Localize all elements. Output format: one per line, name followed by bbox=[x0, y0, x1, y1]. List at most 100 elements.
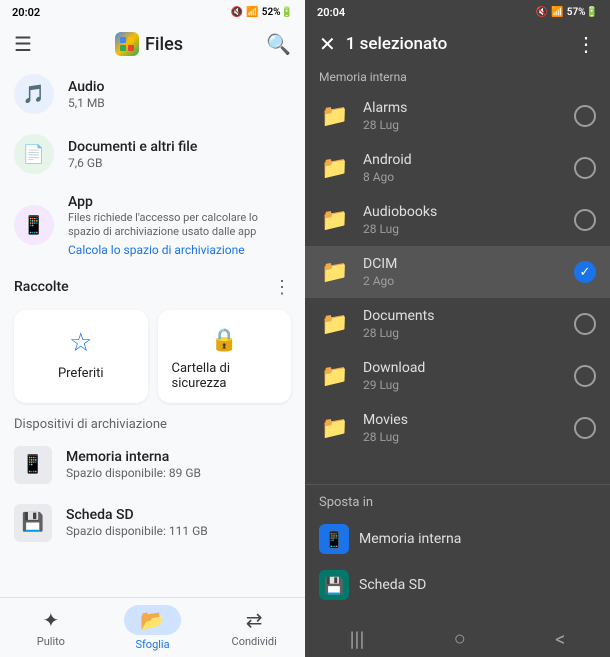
browse-icon: 📂 bbox=[140, 608, 165, 632]
app-info: App Files richiede l'accesso per calcola… bbox=[68, 194, 291, 257]
browse-icon-bg: 📂 bbox=[124, 605, 181, 635]
move-to-sd[interactable]: 💾 Scheda SD bbox=[319, 562, 596, 608]
checkbox-movies[interactable] bbox=[574, 417, 596, 439]
folder-download-info: Download 29 Lug bbox=[363, 360, 562, 392]
audio-item[interactable]: 🎵 Audio 5,1 MB bbox=[0, 64, 305, 124]
documents-size: 7,6 GB bbox=[68, 156, 291, 170]
folder-download-name: Download bbox=[363, 360, 562, 376]
devices-section-title: Dispositivi di archiviazione bbox=[0, 413, 305, 436]
folder-alarms[interactable]: 📁 Alarms 28 Lug bbox=[305, 90, 610, 142]
collections-more-icon[interactable]: ⋮ bbox=[273, 277, 291, 298]
left-panel: 20:02 🔇 📶 52%🔋 ☰ Files 🔍 🎵 bbox=[0, 0, 305, 657]
checkbox-download[interactable] bbox=[574, 365, 596, 387]
folder-documents[interactable]: 📁 Documents 28 Lug bbox=[305, 298, 610, 350]
nav-home-right[interactable]: ○ bbox=[438, 622, 482, 655]
move-sd-icon: 💾 bbox=[319, 570, 349, 600]
internal-storage-item[interactable]: 📱 Memoria interna Spazio disponibile: 89… bbox=[0, 436, 305, 494]
nav-back-right[interactable]: < bbox=[539, 623, 581, 655]
folder-dcim-info: DCIM 2 Ago bbox=[363, 256, 562, 288]
folder-audiobooks[interactable]: 📁 Audiobooks 28 Lug bbox=[305, 194, 610, 246]
nav-clean[interactable]: ✦ Pulito bbox=[0, 598, 102, 657]
folder-dcim[interactable]: 📁 DCIM 2 Ago ✓ bbox=[305, 246, 610, 298]
security-card[interactable]: 🔒 Cartella di sicurezza bbox=[158, 310, 292, 403]
folder-download-date: 29 Lug bbox=[363, 378, 562, 392]
move-internal-label: Memoria interna bbox=[359, 531, 461, 547]
folder-movies-info: Movies 28 Lug bbox=[363, 412, 562, 444]
folder-documents-date: 28 Lug bbox=[363, 326, 562, 340]
internal-storage-info: Memoria interna Spazio disponibile: 89 G… bbox=[66, 449, 291, 480]
folder-icon-movies: 📁 bbox=[319, 412, 351, 444]
checkbox-android[interactable] bbox=[574, 157, 596, 179]
app-icon: 📱 bbox=[14, 205, 54, 245]
app-desc: Files richiede l'accesso per calcolare l… bbox=[68, 211, 291, 240]
folder-audiobooks-date: 28 Lug bbox=[363, 222, 562, 236]
nav-browse[interactable]: 📂 Sfoglia bbox=[102, 598, 204, 657]
app-link[interactable]: Calcola lo spazio di archiviazione bbox=[68, 243, 291, 257]
documents-info: Documenti e altri file 7,6 GB bbox=[68, 139, 291, 170]
audio-size: 5,1 MB bbox=[68, 96, 291, 110]
collections-grid: ☆ Preferiti 🔒 Cartella di sicurezza bbox=[0, 304, 305, 413]
move-label: Sposta in bbox=[319, 495, 596, 510]
app-title-item: App bbox=[68, 194, 291, 210]
selected-count-label: 1 selezionato bbox=[346, 34, 566, 54]
documents-title: Documenti e altri file bbox=[68, 139, 291, 155]
battery-icon: 52%🔋 bbox=[262, 7, 293, 18]
collections-title: Raccolte bbox=[14, 279, 69, 295]
folder-audiobooks-info: Audiobooks 28 Lug bbox=[363, 204, 562, 236]
share-icon: ⇄ bbox=[246, 608, 263, 632]
sd-card-name: Scheda SD bbox=[66, 507, 291, 523]
folder-movies[interactable]: 📁 Movies 28 Lug bbox=[305, 402, 610, 454]
nav-recents-right[interactable]: ||| bbox=[334, 623, 381, 655]
favorites-label: Preferiti bbox=[58, 366, 104, 381]
folder-audiobooks-name: Audiobooks bbox=[363, 204, 562, 220]
status-bar-right: 20:04 🔇 📶 57%🔋 bbox=[305, 0, 610, 24]
checkbox-dcim[interactable]: ✓ bbox=[574, 261, 596, 283]
menu-icon[interactable]: ☰ bbox=[14, 32, 32, 56]
time-left: 20:02 bbox=[12, 6, 40, 19]
nav-share[interactable]: ⇄ Condividi bbox=[203, 598, 305, 657]
sd-card-item[interactable]: 💾 Scheda SD Spazio disponibile: 111 GB bbox=[0, 494, 305, 552]
folder-download[interactable]: 📁 Download 29 Lug bbox=[305, 350, 610, 402]
folder-icon-alarms: 📁 bbox=[319, 100, 351, 132]
search-icon[interactable]: 🔍 bbox=[266, 32, 291, 56]
folder-android-date: 8 Ago bbox=[363, 170, 562, 184]
folder-movies-name: Movies bbox=[363, 412, 562, 428]
documents-icon: 📄 bbox=[14, 134, 54, 174]
folder-dcim-name: DCIM bbox=[363, 256, 562, 272]
folder-icon-download: 📁 bbox=[319, 360, 351, 392]
documents-item[interactable]: 📄 Documenti e altri file 7,6 GB bbox=[0, 124, 305, 184]
folder-documents-info: Documents 28 Lug bbox=[363, 308, 562, 340]
move-internal-icon: 📱 bbox=[319, 524, 349, 554]
audio-info: Audio 5,1 MB bbox=[68, 79, 291, 110]
signal-icon: 🔇 bbox=[231, 7, 243, 18]
folder-android-info: Android 8 Ago bbox=[363, 152, 562, 184]
folder-android[interactable]: 📁 Android 8 Ago bbox=[305, 142, 610, 194]
checkbox-documents[interactable] bbox=[574, 313, 596, 335]
move-section: Sposta in 📱 Memoria interna 💾 Scheda SD bbox=[305, 484, 610, 618]
folder-icon-audiobooks: 📁 bbox=[319, 204, 351, 236]
app-item[interactable]: 📱 App Files richiede l'accesso per calco… bbox=[0, 184, 305, 267]
sd-card-info: Scheda SD Spazio disponibile: 111 GB bbox=[66, 507, 291, 538]
internal-storage-icon: 📱 bbox=[14, 446, 52, 484]
close-button[interactable]: ✕ bbox=[319, 32, 336, 56]
favorites-card[interactable]: ☆ Preferiti bbox=[14, 310, 148, 403]
internal-storage-sub: Spazio disponibile: 89 GB bbox=[66, 466, 291, 480]
status-icons-right: 🔇 📶 57%🔋 bbox=[536, 7, 598, 18]
audio-icon: 🎵 bbox=[14, 74, 54, 114]
folder-alarms-date: 28 Lug bbox=[363, 118, 562, 132]
folder-icon-documents: 📁 bbox=[319, 308, 351, 340]
status-icons-left: 🔇 📶 52%🔋 bbox=[231, 7, 293, 18]
checkbox-alarms[interactable] bbox=[574, 105, 596, 127]
audio-title: Audio bbox=[68, 79, 291, 95]
move-to-internal[interactable]: 📱 Memoria interna bbox=[319, 516, 596, 562]
browse-label: Sfoglia bbox=[135, 638, 169, 651]
folder-documents-name: Documents bbox=[363, 308, 562, 324]
more-options-button[interactable]: ⋮ bbox=[576, 32, 596, 56]
folder-dcim-date: 2 Ago bbox=[363, 274, 562, 288]
time-right: 20:04 bbox=[317, 6, 345, 19]
move-sd-label: Scheda SD bbox=[359, 577, 426, 593]
wifi-icon: 📶 bbox=[246, 7, 258, 18]
files-logo-icon bbox=[115, 32, 139, 56]
collections-header: Raccolte ⋮ bbox=[0, 267, 305, 304]
checkbox-audiobooks[interactable] bbox=[574, 209, 596, 231]
